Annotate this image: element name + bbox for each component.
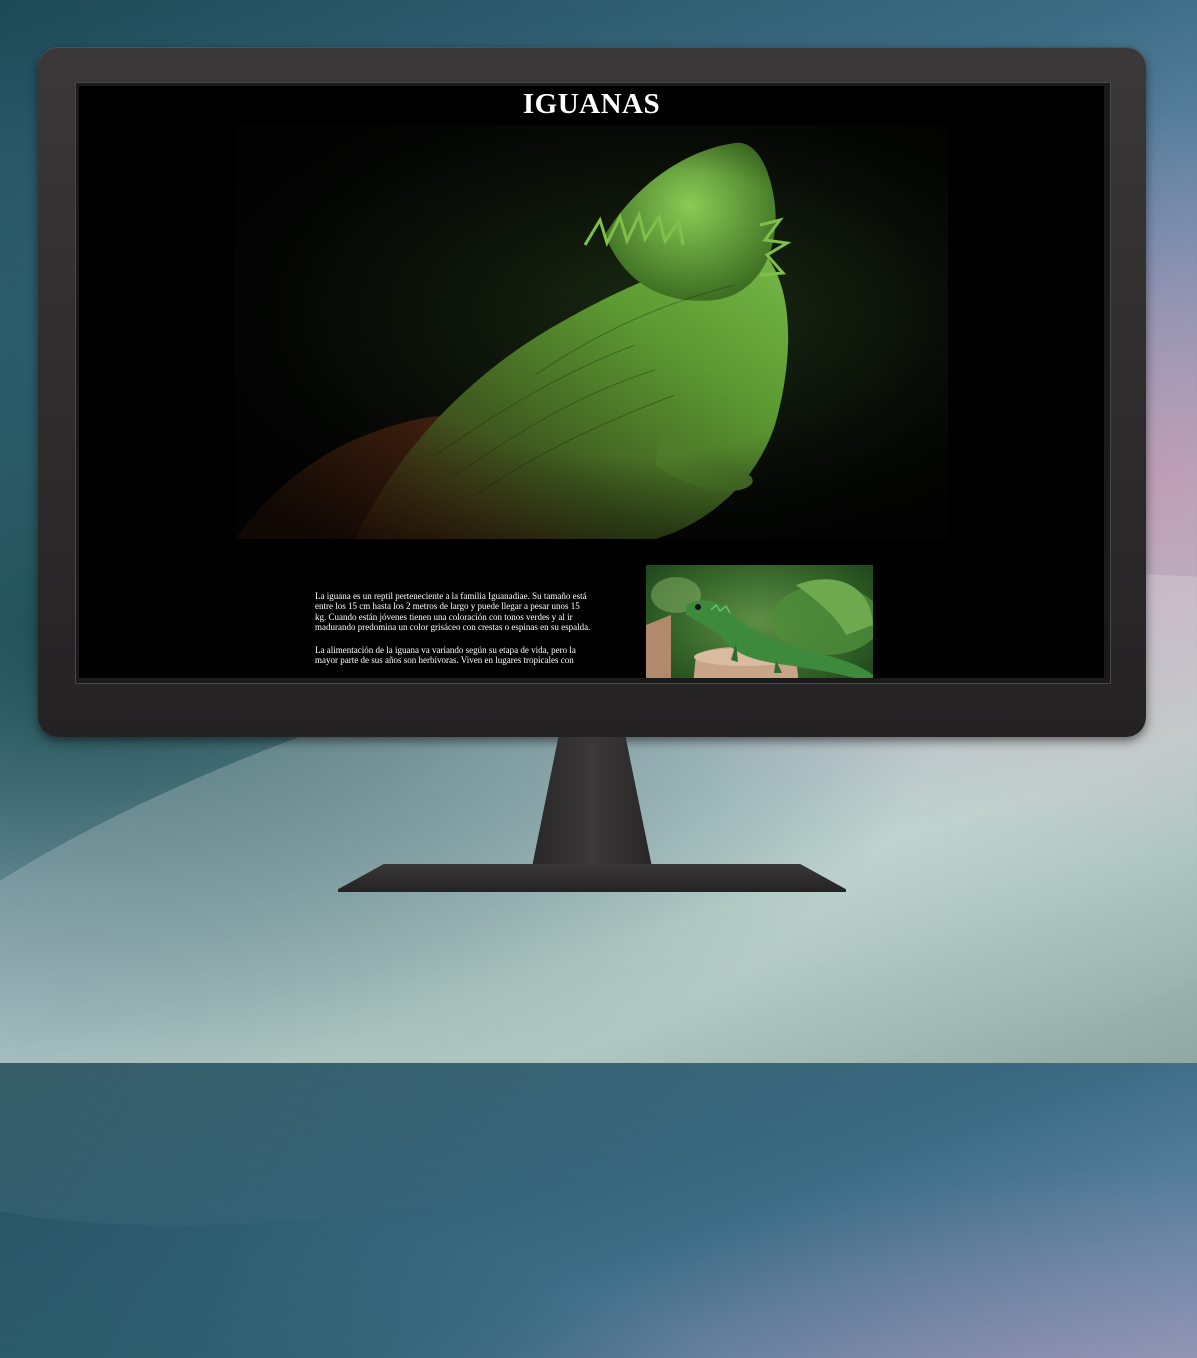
paragraph-description: La iguana es un reptil perteneciente a l… — [315, 591, 591, 633]
iguana-illustration — [235, 125, 948, 539]
lizard-photo — [646, 565, 873, 678]
content-text: La iguana es un reptil perteneciente a l… — [315, 591, 591, 677]
monitor-screen[interactable]: IGUANAS La iguana es un reptil perteneci… — [79, 86, 1104, 678]
paragraph-diet: La alimentación de la iguana va variando… — [315, 644, 576, 666]
page-title: IGUANAS — [522, 88, 661, 120]
monitor-stand-base — [338, 864, 846, 892]
hero-image — [235, 125, 948, 539]
side-image — [646, 565, 873, 678]
